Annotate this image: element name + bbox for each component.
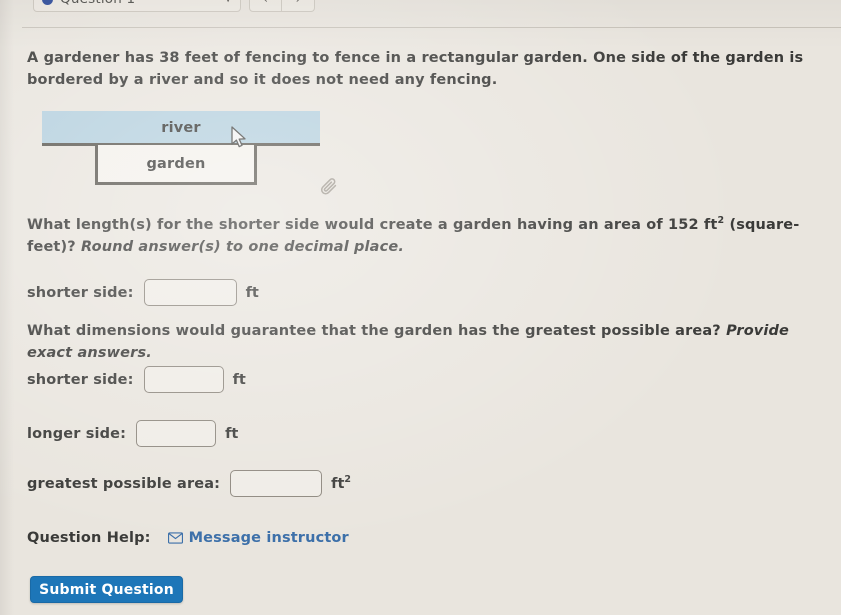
garden-label: garden — [146, 155, 206, 172]
question-1-text: What length(s) for the shorter side woul… — [27, 214, 817, 258]
shorter-side-answer-row-2: shorter side: ft — [27, 366, 246, 393]
greatest-area-label: greatest possible area: — [27, 475, 221, 492]
longer-side-answer-row: longer side: ft — [27, 420, 238, 447]
question-help-label: Question Help: — [27, 530, 151, 546]
chevron-right-icon: › — [296, 0, 301, 6]
question-1-text-part1: What length(s) for the shorter side woul… — [27, 217, 718, 233]
question-selector-dropdown[interactable]: Question 1 ▼ — [33, 0, 241, 12]
river-rectangle: river — [42, 111, 320, 144]
mouse-cursor-icon — [230, 126, 248, 150]
question-selector-label: Question 1 — [60, 0, 135, 7]
question-status-dot — [42, 0, 53, 5]
problem-statement-line2: river and so it does not need any fencin… — [148, 72, 498, 88]
shorter-side-answer-row-1: shorter side: ft — [27, 279, 259, 306]
question-2-text: What dimensions would guarantee that the… — [27, 320, 817, 364]
problem-statement: A gardener has 38 feet of fencing to fen… — [27, 47, 817, 91]
shorter-side-unit-1: ft — [245, 284, 259, 301]
greatest-area-unit-exponent: 2 — [344, 473, 352, 485]
message-instructor-label: Message instructor — [188, 530, 349, 546]
submit-question-button[interactable]: Submit Question — [30, 576, 183, 603]
chevron-left-icon: ‹ — [263, 0, 268, 6]
greatest-area-answer-row: greatest possible area: ft2 — [27, 470, 351, 497]
question-1-instruction: Round answer(s) to one decimal place. — [81, 239, 404, 255]
garden-rectangle: garden — [95, 145, 257, 185]
question-help-row: Question Help: Message instructor — [27, 530, 349, 546]
longer-side-input[interactable] — [136, 420, 217, 447]
greatest-area-unit-base: ft — [331, 475, 345, 492]
longer-side-unit: ft — [225, 425, 239, 442]
garden-river-diagram: river garden — [0, 0, 841, 615]
previous-question-button[interactable]: ‹ — [249, 0, 282, 12]
river-bank-line — [42, 143, 320, 146]
question-2-text-part1: What dimensions would guarantee that the… — [27, 323, 727, 339]
greatest-area-input[interactable] — [230, 470, 323, 497]
paper-texture-overlay — [0, 0, 841, 615]
paperclip-icon — [318, 176, 340, 198]
chevron-down-icon: ▼ — [224, 0, 232, 4]
greatest-area-unit: ft2 — [331, 473, 352, 492]
longer-side-label: longer side: — [27, 425, 127, 442]
header-divider — [22, 27, 841, 28]
river-label: river — [161, 119, 201, 136]
shorter-side-unit-2: ft — [232, 371, 246, 388]
shorter-side-label-2: shorter side: — [27, 371, 134, 388]
shorter-side-input-1[interactable] — [143, 279, 237, 306]
shorter-side-label-1: shorter side: — [27, 284, 134, 301]
next-question-button[interactable]: › — [282, 0, 315, 12]
shorter-side-input-2[interactable] — [143, 366, 224, 393]
message-instructor-link[interactable]: Message instructor — [167, 530, 349, 546]
envelope-icon — [167, 532, 183, 544]
top-toolbar: Question 1 ▼ ‹ › — [0, 0, 841, 28]
